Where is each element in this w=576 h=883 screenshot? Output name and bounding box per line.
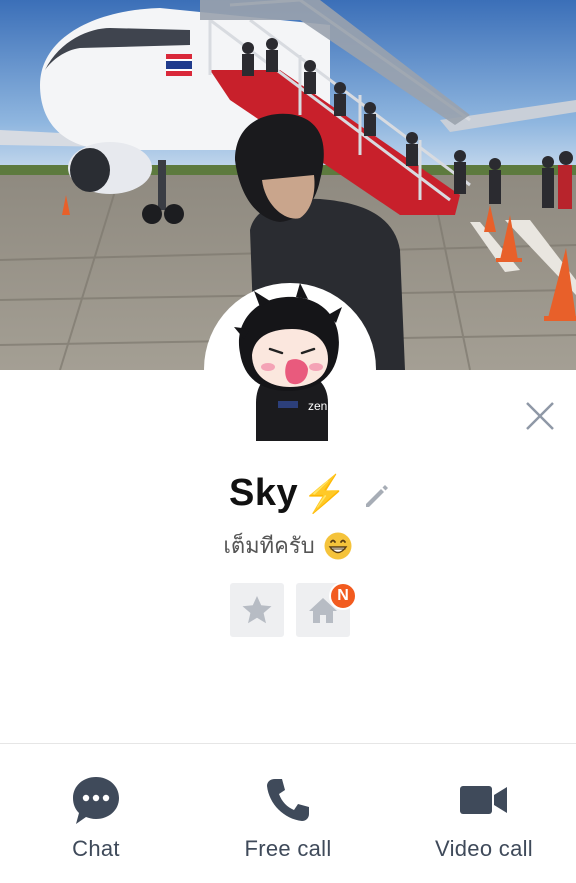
close-button[interactable] (522, 398, 558, 434)
favorite-button[interactable] (230, 583, 284, 637)
lightning-emoji: ⚡ (302, 472, 347, 514)
profile-avatar[interactable]: zen (204, 283, 376, 455)
edit-name-button[interactable] (360, 480, 392, 512)
avatar-illustration: zen (234, 283, 342, 441)
bottom-divider (0, 743, 576, 744)
profile-name: Sky (229, 472, 299, 514)
star-icon (242, 596, 272, 624)
free-call-button[interactable]: Free call (192, 770, 384, 870)
avatar-hoodie-text: zen (308, 399, 327, 413)
status-message: เต็มทีครับ (223, 533, 315, 558)
home-new-badge: N (329, 582, 357, 610)
chat-button[interactable]: Chat (0, 770, 192, 870)
close-icon (526, 402, 554, 430)
free-call-label: Free call (244, 836, 332, 861)
phone-icon (267, 779, 309, 821)
chat-label: Chat (72, 836, 120, 861)
pencil-icon (366, 485, 388, 507)
status-row: เต็มทีครับ (0, 528, 576, 563)
grinning-face-icon (324, 532, 352, 559)
profile-name-row: Sky ⚡ (0, 472, 576, 522)
chat-bubble-icon (73, 777, 119, 824)
video-camera-icon (460, 786, 507, 814)
video-call-button[interactable]: Video call (388, 770, 576, 870)
video-call-label: Video call (435, 836, 533, 861)
